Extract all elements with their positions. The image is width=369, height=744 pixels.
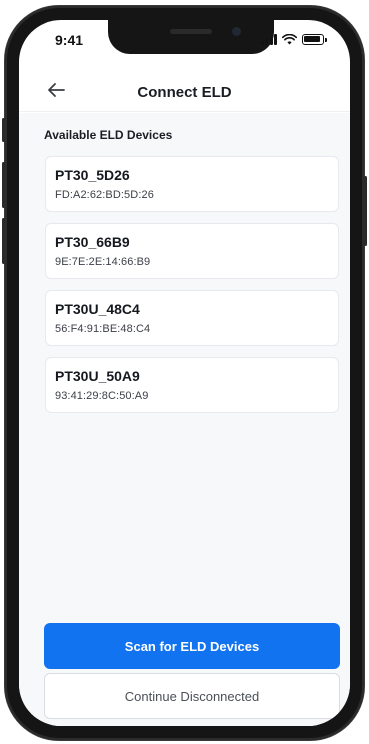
device-name: PT30U_50A9 <box>55 368 140 384</box>
device-name: PT30_5D26 <box>55 167 130 183</box>
speaker-grille <box>170 29 212 34</box>
notch <box>108 20 274 54</box>
content-area: Available ELD Devices PT30_5D26 FD:A2:62… <box>19 113 350 726</box>
device-mac-address: 56:F4:91:BE:48:C4 <box>55 323 151 335</box>
side-button <box>2 118 5 142</box>
page-title: Connect ELD <box>137 84 232 101</box>
app-header: Connect ELD <box>19 72 350 112</box>
wifi-icon <box>282 34 297 45</box>
device-item[interactable]: PT30_66B9 9E:7E:2E:14:66:B9 <box>45 223 339 279</box>
section-label: Available ELD Devices <box>44 128 173 142</box>
device-mac-address: 93:41:29:8C:50:A9 <box>55 390 149 402</box>
device-item[interactable]: PT30U_50A9 93:41:29:8C:50:A9 <box>45 357 339 413</box>
device-mac-address: FD:A2:62:BD:5D:26 <box>55 189 154 201</box>
power-button <box>364 176 367 246</box>
volume-up-button <box>2 162 5 208</box>
device-name: PT30U_48C4 <box>55 301 140 317</box>
volume-down-button <box>2 218 5 264</box>
device-name: PT30_66B9 <box>55 234 130 250</box>
device-list: PT30_5D26 FD:A2:62:BD:5D:26 PT30_66B9 9E… <box>45 156 339 424</box>
device-item[interactable]: PT30U_48C4 56:F4:91:BE:48:C4 <box>45 290 339 346</box>
scan-devices-button[interactable]: Scan for ELD Devices <box>44 623 340 669</box>
continue-disconnected-button[interactable]: Continue Disconnected <box>44 673 340 719</box>
device-item[interactable]: PT30_5D26 FD:A2:62:BD:5D:26 <box>45 156 339 212</box>
battery-icon <box>302 34 327 45</box>
cellular-signal-icon <box>260 34 277 45</box>
phone-frame: 9:41 Connect ELD Available ELD Devices P <box>2 6 367 740</box>
front-camera <box>232 27 241 36</box>
status-time: 9:41 <box>55 32 84 48</box>
device-mac-address: 9E:7E:2E:14:66:B9 <box>55 256 151 268</box>
screen: 9:41 Connect ELD Available ELD Devices P <box>19 20 350 726</box>
status-icons <box>260 34 327 45</box>
